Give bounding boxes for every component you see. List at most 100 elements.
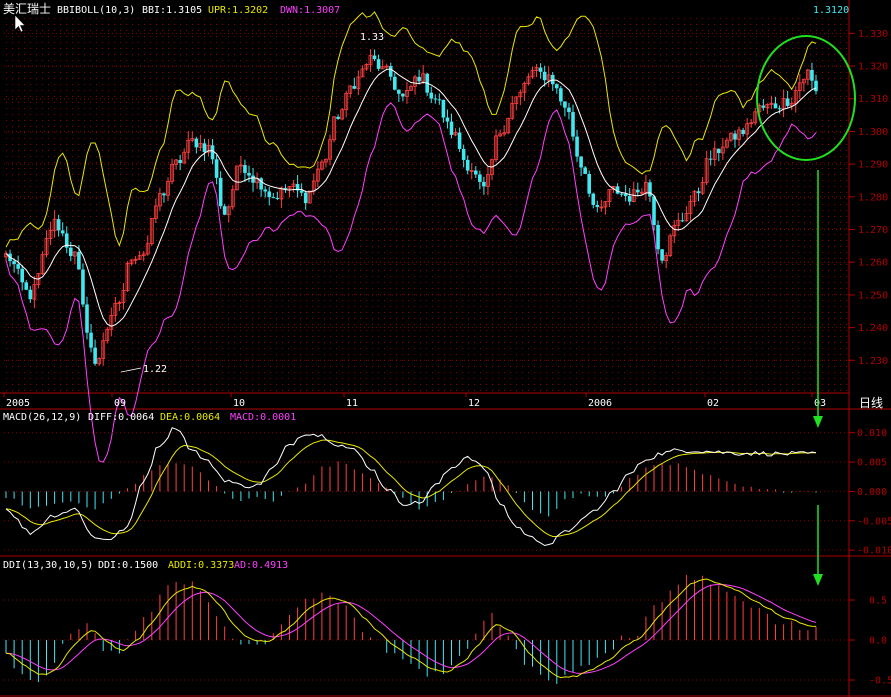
candle-body-down	[708, 158, 713, 160]
candle-body-down	[69, 247, 73, 257]
candle-body-down	[648, 182, 652, 197]
x-tick-label: 11	[346, 398, 358, 409]
candle-body-down	[449, 121, 454, 135]
macd-value-label: MACD:0.0001	[230, 412, 296, 423]
candle-body-down	[401, 93, 405, 97]
last-price-label: 1.3120	[813, 5, 849, 16]
candle-body-down	[437, 99, 442, 101]
candle-body-down	[12, 261, 16, 265]
candle-body-down	[28, 289, 33, 300]
candle-body-down	[194, 138, 199, 148]
price-y-tick-label: 1.290	[858, 160, 888, 171]
candle-body-down	[81, 269, 85, 305]
macd-y-tick-label: -0.010	[857, 546, 891, 557]
x-tick-label: 12	[468, 398, 480, 409]
bbi-value-label: BBI:1.3105	[142, 5, 202, 16]
price-panel-header: 美汇瑞士 BBIBOLL(10,3) BBI:1.3105 UPR:1.3202…	[3, 2, 849, 16]
candle-body-down	[393, 76, 397, 90]
ddi-value-label: DDI:0.1500	[98, 560, 158, 571]
price-y-tick-label: 1.300	[858, 127, 888, 138]
macd-y-tick-label: -0.005	[857, 516, 891, 527]
candle-body-down	[773, 103, 778, 109]
ddi-y-tick-label: 0.0	[869, 636, 887, 647]
arrow-down-icon	[813, 574, 823, 586]
candle-body-down	[741, 129, 745, 134]
candle-body-down	[619, 193, 624, 195]
candle-body-down	[243, 165, 247, 173]
candle-body-down	[445, 117, 450, 122]
price-y-tick-label: 1.330	[858, 29, 888, 40]
ddi-y-tick-label: -0.5	[869, 676, 891, 687]
x-tick-label: 03	[814, 398, 826, 409]
candle-body-down	[567, 107, 571, 113]
candle-body-down	[465, 159, 470, 171]
candle-body-down	[299, 190, 304, 193]
candle-body-down	[579, 156, 583, 168]
candle-body-down	[457, 132, 462, 149]
candle-body-down	[542, 71, 547, 81]
candle-body-down	[283, 187, 288, 189]
candle-body-down	[336, 116, 340, 119]
candle-body-down	[429, 92, 434, 99]
price-y-tick-label: 1.230	[858, 356, 888, 367]
candle-body-down	[660, 249, 664, 261]
price-panel-grid-fill	[4, 17, 849, 393]
ad-value-label: AD:0.4913	[234, 560, 288, 571]
candle-body-down	[397, 89, 401, 94]
candle-body-down	[810, 69, 814, 81]
candle-body-down	[263, 189, 267, 192]
price-y-tick-label: 1.240	[858, 323, 888, 334]
candle-body-down	[89, 332, 93, 348]
x-tick-label: 2005	[6, 398, 30, 409]
candle-body-down	[461, 148, 466, 160]
candle-body-down	[814, 80, 818, 92]
candle-body-down	[623, 193, 628, 197]
price-y-tick-label: 1.250	[858, 290, 888, 301]
dea-value-label: DEA:0.0064	[160, 412, 220, 423]
candle-body-down	[482, 181, 486, 187]
candle-body-down	[591, 193, 596, 205]
candle-body-down	[222, 206, 227, 215]
candle-body-down	[538, 67, 543, 72]
candle-body-down	[575, 136, 579, 157]
candle-body-down	[656, 224, 660, 250]
macd-y-tick-label: 0.010	[857, 428, 887, 439]
candle-body-down	[595, 204, 600, 208]
macd-y-tick-label: 0.000	[857, 487, 887, 498]
candle-body-down	[680, 220, 685, 222]
upr-value-label: UPR:1.3202	[208, 5, 268, 16]
candle-body-down	[627, 196, 632, 202]
bbiboll-indicator-name: BBIBOLL(10,3)	[57, 5, 135, 16]
ddi-y-grid: 0.5 0.0 -0.5	[4, 596, 891, 687]
candle-body-down	[563, 101, 567, 108]
candle-body-down	[433, 98, 438, 100]
candle-body-down	[202, 143, 207, 153]
candle-body-down	[218, 177, 223, 207]
x-axis-unit-label: 日线	[859, 396, 883, 410]
candle-body-down	[303, 192, 308, 204]
price-y-axis: 1.330 1.320 1.310 1.300 1.290 1.280 1.270 1.260…	[849, 29, 888, 367]
candle-body-down	[717, 148, 721, 154]
price-y-tick-label: 1.260	[858, 258, 888, 269]
candle-body-down	[162, 193, 166, 196]
candle-body-down	[474, 170, 478, 175]
candle-body-down	[93, 347, 97, 364]
candle-body-down	[247, 172, 251, 176]
low-annotation: 1.22	[143, 364, 167, 375]
ddi-histogram	[5, 574, 817, 684]
candle-body-down	[636, 189, 640, 193]
dwn-value-label: DWN:1.3007	[280, 5, 340, 16]
candle-body-down	[352, 86, 357, 89]
candle-body-down	[85, 304, 89, 333]
candle-body-down	[376, 59, 381, 69]
macd-y-grid: 0.010 0.005 0.000 -0.005 -0.010	[4, 428, 891, 557]
candle-body-down	[56, 219, 61, 231]
price-y-tick-label: 1.280	[858, 192, 888, 203]
candle-body-down	[555, 84, 559, 89]
forex-chart: 美汇瑞士 BBIBOLL(10,3) BBI:1.3105 UPR:1.3202…	[0, 0, 891, 697]
candle-body-down	[761, 105, 766, 108]
x-tick-label: 09	[114, 398, 126, 409]
candle-body-down	[77, 251, 81, 270]
candle-body-down	[733, 133, 737, 140]
instrument-title: 美汇瑞士	[3, 2, 51, 16]
